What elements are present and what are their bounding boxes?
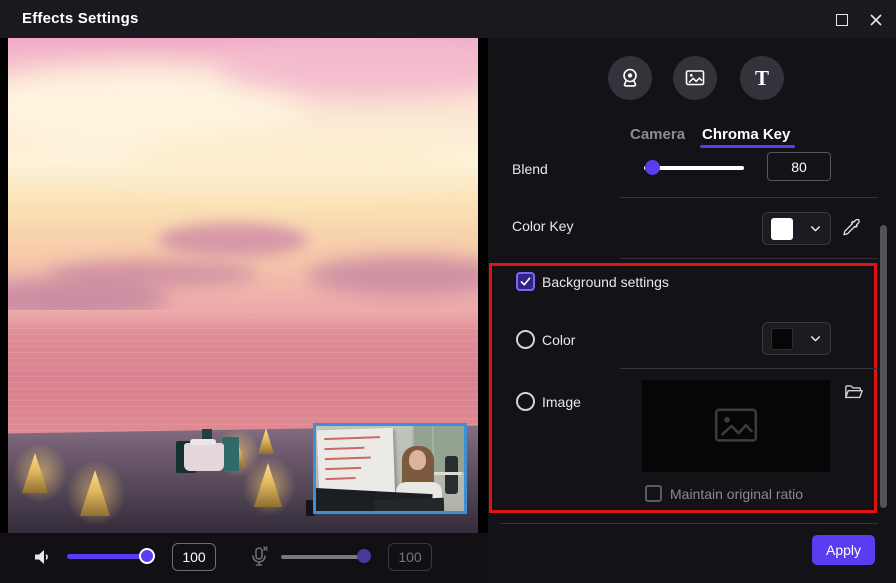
divider: [620, 368, 878, 369]
background-color-swatch: [771, 328, 793, 350]
maximize-icon: [836, 14, 848, 26]
background-image-label: Image: [542, 394, 581, 410]
check-icon: [519, 275, 532, 288]
text-icon: T: [755, 66, 769, 91]
window-title: Effects Settings: [22, 10, 139, 27]
divider: [620, 197, 878, 198]
background-settings-checkbox[interactable]: [516, 272, 535, 291]
close-button[interactable]: [862, 9, 890, 31]
volume-value[interactable]: 100: [172, 543, 216, 571]
blend-value-input[interactable]: 80: [767, 152, 831, 181]
panel-scrollbar[interactable]: [880, 225, 887, 508]
settings-panel: T Camera Chroma Key Blend 80 Color Key B…: [488, 38, 896, 583]
background-image-radio[interactable]: [516, 392, 535, 411]
color-key-swatch: [771, 218, 793, 240]
effects-settings-window: Effects Settings: [0, 0, 896, 583]
divider: [500, 523, 878, 524]
dinner-table-silhouette: [166, 421, 252, 479]
camera-effect-button[interactable]: [608, 56, 652, 100]
mic-slider[interactable]: [281, 555, 369, 559]
close-icon: [869, 13, 883, 27]
titlebar: Effects Settings: [0, 0, 896, 38]
color-key-dropdown[interactable]: [762, 212, 831, 245]
maximize-button[interactable]: [828, 9, 856, 31]
browse-folder-icon[interactable]: [843, 382, 865, 402]
maintain-ratio-label: Maintain original ratio: [670, 486, 803, 502]
mic-slider-thumb[interactable]: [357, 549, 371, 563]
image-placeholder-icon: [713, 408, 759, 444]
image-icon: [683, 66, 707, 90]
sunset-sky: [8, 38, 478, 312]
divider: [620, 258, 878, 259]
webcam-icon: [618, 66, 642, 90]
eyedropper-icon[interactable]: [840, 217, 862, 239]
blend-label: Blend: [512, 161, 548, 177]
maintain-ratio-checkbox[interactable]: [645, 485, 662, 502]
blend-slider-thumb[interactable]: [645, 160, 660, 175]
background-settings-label: Background settings: [542, 274, 669, 290]
volume-slider-thumb[interactable]: [139, 548, 155, 564]
apply-button[interactable]: Apply: [812, 535, 875, 565]
active-tab-underline: [700, 145, 795, 148]
webcam-overlay[interactable]: [313, 423, 467, 514]
tab-camera[interactable]: Camera: [630, 126, 685, 143]
speaker-icon: [31, 545, 55, 569]
tab-chroma-key[interactable]: Chroma Key: [702, 126, 790, 143]
whiteboard: [317, 428, 395, 499]
background-image-preview[interactable]: [642, 380, 830, 472]
background-color-label: Color: [542, 332, 575, 348]
mic-value: 100: [388, 543, 432, 571]
background-color-radio[interactable]: [516, 330, 535, 349]
text-effect-button[interactable]: T: [740, 56, 784, 100]
chevron-down-icon: [809, 332, 822, 345]
ocean: [8, 310, 478, 435]
video-preview[interactable]: [8, 38, 478, 533]
mic-muted-icon: [247, 544, 271, 568]
side-desk: [432, 472, 462, 475]
background-color-dropdown[interactable]: [762, 322, 831, 355]
image-effect-button[interactable]: [673, 56, 717, 100]
chevron-down-icon: [809, 222, 822, 235]
color-key-label: Color Key: [512, 218, 573, 234]
office-chair: [445, 456, 458, 494]
